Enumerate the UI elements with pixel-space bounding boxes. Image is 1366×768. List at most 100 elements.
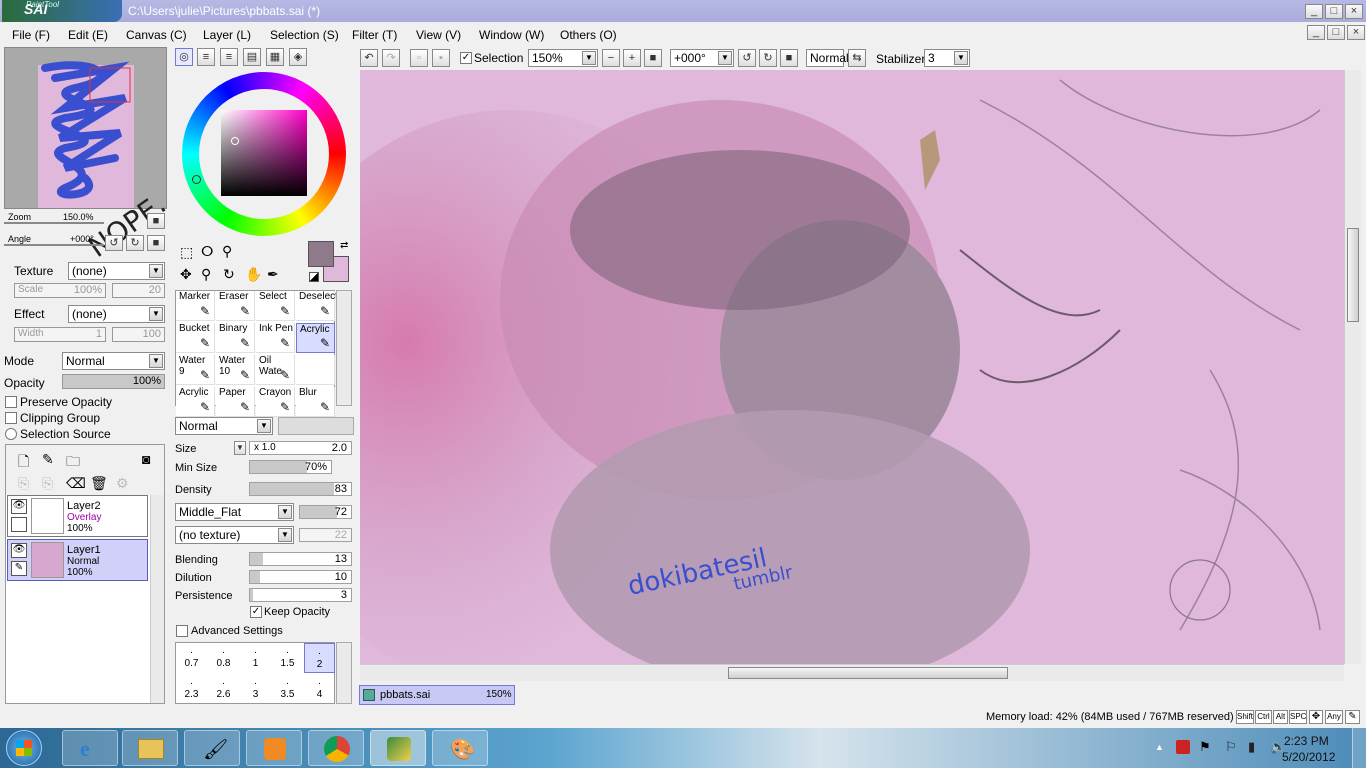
layer-row-layer1[interactable]: 👁 ✎ Layer1 Normal 100%: [7, 539, 148, 581]
tool-cell[interactable]: Acrylic ✎: [176, 387, 215, 417]
density-slider[interactable]: 83: [249, 482, 352, 496]
reset-colors-icon[interactable]: [309, 272, 319, 282]
menu-others[interactable]: Others (O): [560, 28, 617, 42]
swap-colors-icon[interactable]: ⇄: [340, 240, 348, 251]
security-tray-icon[interactable]: [1176, 740, 1190, 754]
tool-cell[interactable]: Select ✎: [256, 291, 295, 321]
move-icon[interactable]: ✥: [180, 266, 192, 283]
size-preset[interactable]: · 3.5: [272, 674, 303, 704]
tool-cell[interactable]: Bucket ✎: [176, 323, 215, 353]
size-preset[interactable]: · 0.7: [176, 643, 207, 673]
layer-mask-icon[interactable]: ◙: [142, 451, 150, 467]
view-mode-field[interactable]: Normal: [806, 49, 849, 67]
persistence-slider[interactable]: 3: [249, 588, 352, 602]
preserve-opacity-checkbox[interactable]: [5, 396, 17, 408]
palette-taskbar-icon[interactable]: 🎨: [432, 730, 488, 766]
tool-cell[interactable]: Blur ✎: [296, 387, 335, 417]
tool-cell[interactable]: Marker ✎: [176, 291, 215, 321]
rgb-slider-tab[interactable]: ≡: [197, 48, 215, 66]
size-preset[interactable]: · 1.5: [272, 643, 303, 673]
size-preset[interactable]: · 3: [240, 674, 271, 704]
size-multiplier-button[interactable]: ▼: [234, 441, 246, 455]
dilution-slider[interactable]: 10: [249, 570, 352, 584]
zoom-out-button[interactable]: −: [602, 49, 620, 67]
brush-shape-presets[interactable]: [278, 417, 354, 435]
vertical-scroll-thumb[interactable]: [1347, 228, 1359, 322]
rect-select-icon[interactable]: ⬚: [180, 244, 193, 261]
flip-button[interactable]: ⇆: [848, 49, 866, 67]
zoom-reset-button[interactable]: ■: [644, 49, 662, 67]
brush-blend-dropdown[interactable]: Normal ▼: [175, 417, 273, 435]
paint-taskbar-icon[interactable]: 🖌: [184, 730, 240, 766]
size-preset-scrollbar[interactable]: [336, 642, 352, 704]
brush-shape-dropdown[interactable]: Middle_Flat ▼: [175, 503, 294, 521]
nav-zoom-reset-button[interactable]: ■: [147, 213, 165, 229]
eye-icon[interactable]: 👁: [11, 499, 27, 514]
size-preset[interactable]: · 2.6: [208, 674, 239, 704]
menu-filter[interactable]: Filter (T): [352, 28, 397, 42]
lock-icon[interactable]: [11, 517, 27, 532]
lasso-icon[interactable]: ⵔ: [201, 243, 213, 260]
zoom-in-button[interactable]: +: [623, 49, 641, 67]
trash-icon[interactable]: 🗑: [90, 475, 108, 492]
texture-scale-slider[interactable]: Scale 100%: [14, 283, 106, 298]
menu-canvas[interactable]: Canvas (C): [126, 28, 187, 42]
tool-cell[interactable]: Ink Pen ✎: [256, 323, 295, 353]
scratchpad-tab[interactable]: ◈: [289, 48, 307, 66]
rotate-reset-button[interactable]: ■: [780, 49, 798, 67]
shape-strength-slider[interactable]: 72: [299, 505, 352, 519]
texture-dropdown[interactable]: (none) ▼: [68, 262, 165, 280]
menu-file[interactable]: File (F): [12, 28, 50, 42]
effect-width-slider[interactable]: Width 1: [14, 327, 106, 342]
new-folder-icon[interactable]: 🗀: [66, 451, 80, 475]
doc-restore-button[interactable]: □: [1327, 25, 1345, 40]
menu-view[interactable]: View (V): [416, 28, 461, 42]
texture-strength-slider-2[interactable]: 22: [299, 528, 352, 542]
nav-rotate-left-button[interactable]: ↺: [105, 235, 123, 251]
clear-layer-icon[interactable]: ⌫: [66, 475, 86, 492]
redo-button[interactable]: ↷: [382, 49, 400, 67]
texture-strength-slider[interactable]: 20: [112, 283, 165, 298]
rotate-icon[interactable]: ↻: [223, 266, 235, 283]
minimize-button[interactable]: _: [1305, 4, 1323, 19]
size-preset[interactable]: · 0.8: [208, 643, 239, 673]
keep-opacity-checkbox[interactable]: ✓: [250, 606, 262, 618]
hsv-slider-tab[interactable]: ≡: [220, 48, 238, 66]
brush-icon[interactable]: ✎: [11, 561, 27, 576]
eye-icon[interactable]: 👁: [11, 543, 27, 558]
signal-icon[interactable]: ▮: [1248, 739, 1255, 755]
swatches-tab[interactable]: ▦: [266, 48, 284, 66]
tool-cell[interactable]: Acrylic ✎: [296, 323, 335, 353]
tool-cell[interactable]: [296, 355, 335, 385]
primary-color-swatch[interactable]: [308, 241, 334, 267]
rotate-right-button[interactable]: ↻: [759, 49, 777, 67]
new-linework-layer-icon[interactable]: ✎: [42, 451, 54, 468]
doc-close-button[interactable]: ×: [1347, 25, 1365, 40]
horizontal-scroll-thumb[interactable]: [728, 667, 1008, 679]
size-preset[interactable]: · 2: [304, 643, 335, 673]
angle-slider[interactable]: [4, 244, 104, 246]
new-layer-icon[interactable]: 🗋: [18, 451, 29, 475]
opacity-slider[interactable]: 100%: [62, 374, 165, 389]
size-preset[interactable]: · 1: [240, 643, 271, 673]
tool-cell[interactable]: Water 9 ✎: [176, 355, 215, 385]
tool-cell[interactable]: Eraser ✎: [216, 291, 255, 321]
canvas-horizontal-scrollbar[interactable]: [360, 664, 1344, 681]
effect-strength-slider[interactable]: 100: [112, 327, 165, 342]
sai-taskbar-icon[interactable]: [370, 730, 426, 766]
tool-cell[interactable]: Water 10 ✎: [216, 355, 255, 385]
clock-time[interactable]: 2:23 PM: [1284, 734, 1329, 748]
stabilizer-dropdown[interactable]: 3 ▼: [924, 49, 970, 67]
chrome-taskbar-icon[interactable]: [308, 730, 364, 766]
effect-dropdown[interactable]: (none) ▼: [68, 305, 165, 323]
tool-cell[interactable]: Binary ✎: [216, 323, 255, 353]
rotate-left-button[interactable]: ↺: [738, 49, 756, 67]
menu-edit[interactable]: Edit (E): [68, 28, 108, 42]
layer-scrollbar[interactable]: [150, 495, 164, 703]
action-center-icon[interactable]: ⚐: [1225, 739, 1237, 755]
media-taskbar-icon[interactable]: [246, 730, 302, 766]
size-preset[interactable]: · 4: [304, 674, 335, 704]
eyedropper-icon[interactable]: ✒: [267, 266, 279, 283]
selection-checkbox[interactable]: ✓: [460, 52, 472, 64]
invert-selection-button[interactable]: ▪: [432, 49, 450, 67]
